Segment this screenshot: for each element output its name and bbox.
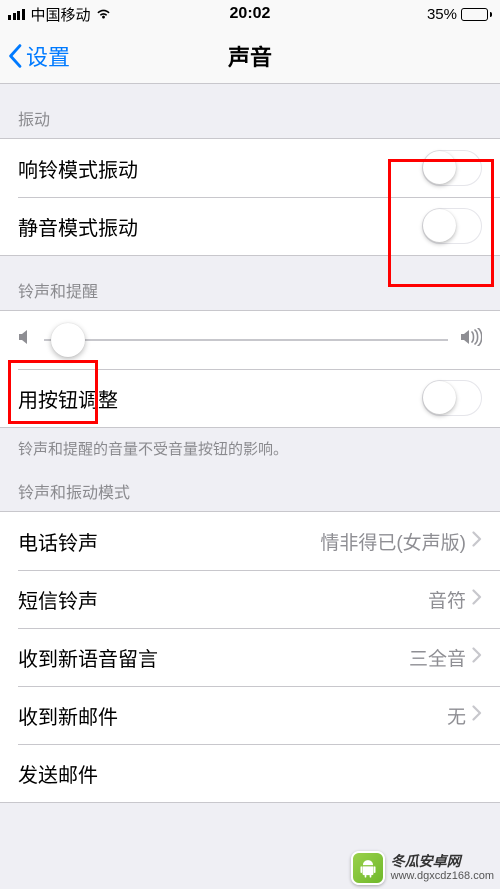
row-label: 静音模式振动 [18, 212, 422, 241]
android-icon [351, 851, 385, 885]
nav-bar: 设置 声音 [0, 28, 500, 84]
status-left: 中国移动 [8, 4, 112, 25]
group-sounds: 电话铃声 情非得已(女声版) 短信铃声 音符 收到新语音留言 三全音 收到新邮件… [0, 511, 500, 803]
battery-pct: 35% [427, 6, 457, 23]
row-label: 短信铃声 [18, 585, 428, 614]
signal-icon [8, 9, 25, 20]
back-label: 设置 [26, 40, 70, 72]
row-label: 用按钮调整 [18, 384, 422, 413]
row-value: 三全音 [409, 644, 466, 671]
chevron-right-icon [472, 530, 482, 553]
section-header-sounds: 铃声和振动模式 [0, 463, 500, 511]
row-value: 音符 [428, 586, 466, 613]
group-ringer: 用按钮调整 [0, 310, 500, 428]
back-button[interactable]: 设置 [0, 40, 70, 72]
page-title: 声音 [0, 40, 500, 72]
status-bar: 中国移动 20:02 35% [0, 0, 500, 28]
watermark-url: www.dgxcdz168.com [391, 870, 494, 882]
row-label: 响铃模式振动 [18, 154, 422, 183]
chevron-right-icon [472, 588, 482, 611]
section-header-ringer: 铃声和提醒 [0, 256, 500, 310]
row-label: 收到新邮件 [18, 701, 447, 730]
section-header-vibration: 振动 [0, 84, 500, 138]
row-ring-vibrate[interactable]: 响铃模式振动 [0, 139, 500, 197]
row-label: 发送邮件 [18, 759, 476, 788]
section-footer-ringer: 铃声和提醒的音量不受音量按钮的影响。 [0, 428, 500, 463]
row-label: 收到新语音留言 [18, 643, 409, 672]
row-new-voicemail[interactable]: 收到新语音留言 三全音 [0, 628, 500, 686]
toggle-silent-vibrate[interactable] [422, 208, 482, 244]
row-volume-slider[interactable] [0, 311, 500, 369]
row-sent-mail[interactable]: 发送邮件 [0, 744, 500, 802]
volume-high-icon [460, 328, 482, 352]
row-change-with-buttons[interactable]: 用按钮调整 [0, 369, 500, 427]
volume-low-icon [18, 328, 32, 352]
status-right: 35% [427, 6, 492, 23]
toggle-change-with-buttons[interactable] [422, 380, 482, 416]
group-vibration: 响铃模式振动 静音模式振动 [0, 138, 500, 256]
wifi-icon [95, 6, 112, 23]
row-value: 情非得已(女声版) [320, 528, 466, 555]
slider-thumb[interactable] [51, 323, 85, 357]
row-label: 电话铃声 [18, 527, 320, 556]
battery-icon [461, 8, 492, 21]
volume-slider[interactable] [44, 339, 448, 341]
watermark: 冬瓜安卓网 www.dgxcdz168.com [351, 851, 494, 885]
chevron-right-icon [472, 646, 482, 669]
carrier-label: 中国移动 [31, 4, 91, 25]
row-value: 无 [447, 702, 466, 729]
row-silent-vibrate[interactable]: 静音模式振动 [0, 197, 500, 255]
row-text-tone[interactable]: 短信铃声 音符 [0, 570, 500, 628]
row-new-mail[interactable]: 收到新邮件 无 [0, 686, 500, 744]
row-ringtone[interactable]: 电话铃声 情非得已(女声版) [0, 512, 500, 570]
watermark-name: 冬瓜安卓网 [391, 854, 494, 869]
chevron-right-icon [472, 704, 482, 727]
toggle-ring-vibrate[interactable] [422, 150, 482, 186]
chevron-left-icon [8, 44, 22, 68]
